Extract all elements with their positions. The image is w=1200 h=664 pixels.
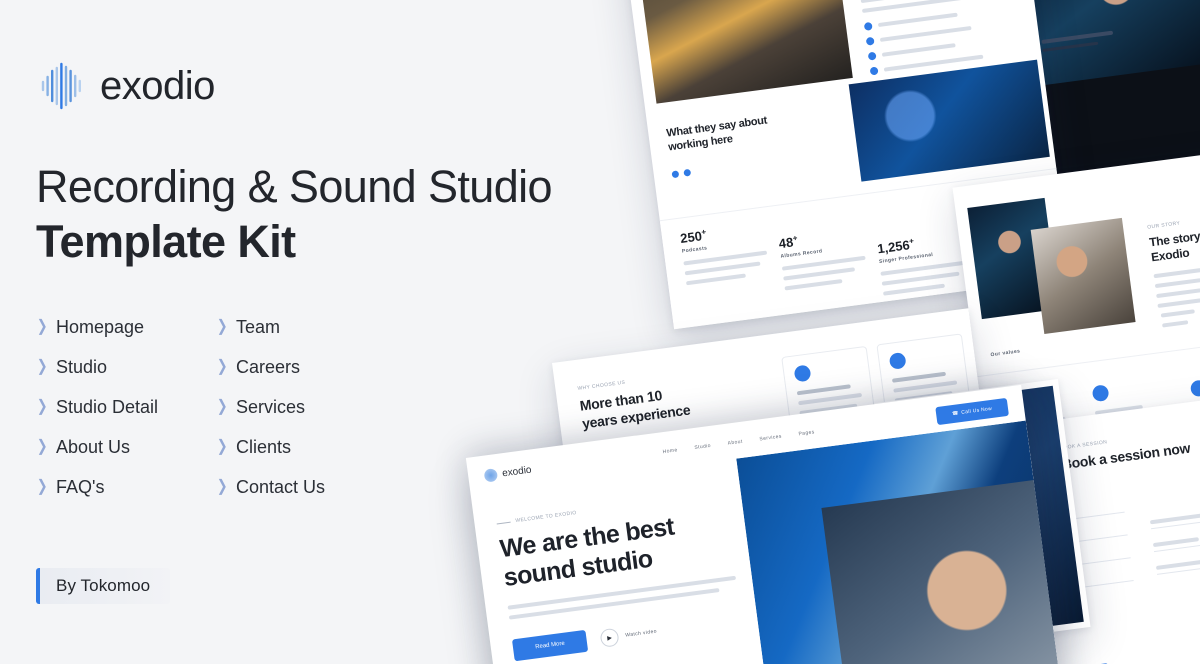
mockup-nav-item-4[interactable]: Pages xyxy=(798,429,815,437)
check-circle-icon xyxy=(863,21,873,31)
mockup-hero-image xyxy=(736,420,1065,664)
mockup-studio-photo xyxy=(633,0,853,104)
page-link-contact-us[interactable]: ❯ Contact Us xyxy=(216,478,416,496)
audio-waveform-circle-icon xyxy=(36,60,88,112)
chevron-right-icon: ❯ xyxy=(216,397,228,415)
page-link-label: FAQ's xyxy=(56,476,105,497)
mockup-nav-item-2[interactable]: About xyxy=(727,439,743,447)
mockup-mixing-photo xyxy=(848,59,1050,182)
chevron-right-icon: ❯ xyxy=(36,317,48,335)
mockup-nav-item-3[interactable]: Services xyxy=(759,434,782,443)
check-circle-icon xyxy=(867,51,877,61)
page-link-studio[interactable]: ❯ Studio xyxy=(36,358,216,376)
chevron-right-icon: ❯ xyxy=(36,397,48,415)
mockup-story-photo-2 xyxy=(1030,217,1136,335)
promo-banner: ABOUT EXODIO Small studio but with great… xyxy=(0,0,1200,664)
chevron-right-icon: ❯ xyxy=(36,357,48,375)
page-title: Recording & Sound Studio Template Kit xyxy=(36,160,636,270)
page-link-label: Team xyxy=(236,316,281,337)
page-link-faqs[interactable]: ❯ FAQ's xyxy=(36,478,216,496)
page-link-label: Clients xyxy=(236,436,292,457)
mockup-nav-item-0[interactable]: Home xyxy=(662,447,678,455)
value-icon-1 xyxy=(1091,384,1110,403)
page-link-about-us[interactable]: ❯ About Us xyxy=(36,438,216,456)
check-circle-icon xyxy=(869,66,879,76)
stat-value-2: 1,256 xyxy=(876,237,911,257)
chevron-right-icon: ❯ xyxy=(36,477,48,495)
page-link-team[interactable]: ❯ Team xyxy=(216,318,416,336)
mockup-nav-cta-button[interactable]: ☎ Call Us Now xyxy=(935,397,1009,426)
page-link-label: Studio Detail xyxy=(56,396,159,417)
value-icon-2 xyxy=(1189,379,1200,398)
chevron-right-icon: ❯ xyxy=(216,357,228,375)
page-title-line2: Template Kit xyxy=(36,215,296,267)
left-content-panel: exodio Recording & Sound Studio Template… xyxy=(0,0,640,664)
page-link-homepage[interactable]: ❯ Homepage xyxy=(36,318,216,336)
page-link-studio-detail[interactable]: ❯ Studio Detail xyxy=(36,398,216,416)
page-link-label: Services xyxy=(236,396,306,417)
brand-name: exodio xyxy=(100,63,215,108)
stat-suffix-0: + xyxy=(700,227,707,237)
page-link-clients[interactable]: ❯ Clients xyxy=(216,438,416,456)
page-link-label: Careers xyxy=(236,356,301,377)
mockup-nav-item-1[interactable]: Studio xyxy=(694,443,711,451)
chevron-right-icon: ❯ xyxy=(216,437,228,455)
page-link-label: Contact Us xyxy=(236,476,326,497)
check-circle-icon xyxy=(865,36,875,46)
brand-lockup: exodio xyxy=(36,55,640,117)
chevron-right-icon: ❯ xyxy=(36,437,48,455)
page-link-label: Studio xyxy=(56,356,108,377)
mockup-story-subheading: Our values xyxy=(990,348,1021,359)
mockup-nav-cta-label: Call Us Now xyxy=(961,405,993,416)
chevron-right-icon: ❯ xyxy=(216,317,228,335)
stat-value-0: 250 xyxy=(679,228,703,246)
phone-icon: ☎ xyxy=(951,410,959,418)
chevron-right-icon: ❯ xyxy=(216,477,228,495)
check-circle-icon xyxy=(793,364,812,383)
template-page-links: ❯ Homepage ❯ Team ❯ Studio ❯ Careers ❯ S… xyxy=(36,318,436,496)
stat-suffix-1: + xyxy=(792,233,798,244)
page-link-label: About Us xyxy=(56,436,131,457)
page-link-services[interactable]: ❯ Services xyxy=(216,398,416,416)
page-link-label: Homepage xyxy=(56,316,145,337)
mockup-story-eyebrow: OUR STORY xyxy=(1146,220,1181,231)
page-link-careers[interactable]: ❯ Careers xyxy=(216,358,416,376)
check-circle-icon xyxy=(888,351,907,370)
stat-suffix-2: + xyxy=(908,236,915,246)
page-title-line1: Recording & Sound Studio xyxy=(36,161,553,212)
